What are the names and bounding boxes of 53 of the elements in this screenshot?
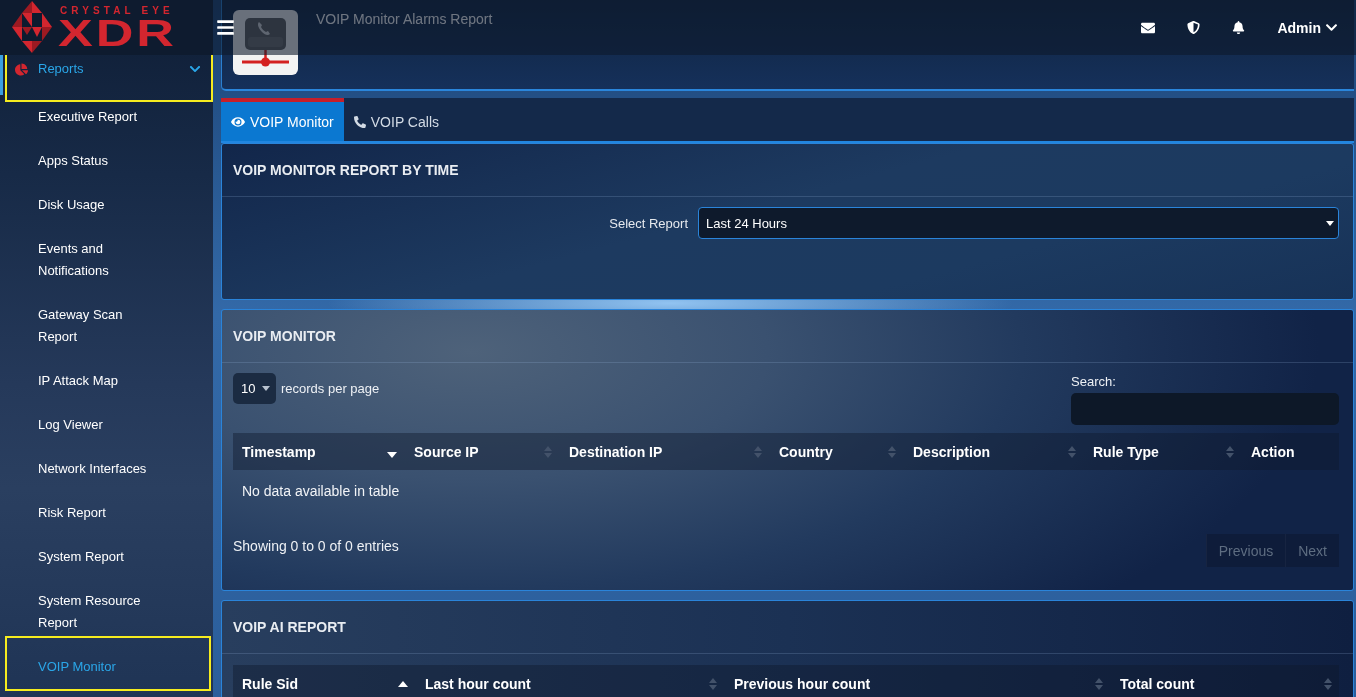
caret-icon xyxy=(1326,220,1334,226)
brand-tagline: CRYSTAL EYE xyxy=(60,5,174,17)
column-header[interactable]: Total count xyxy=(1111,665,1340,697)
pie-chart-icon xyxy=(15,62,28,76)
sidebar-item[interactable]: System Report xyxy=(0,535,213,579)
sidebar-item[interactable]: Network Interfaces xyxy=(0,447,213,491)
page-length-select[interactable]: 10 xyxy=(233,373,276,404)
sidebar-item[interactable]: Log Viewer xyxy=(0,403,213,447)
sidebar-item[interactable]: Executive Report xyxy=(0,95,213,139)
sidebar-item[interactable]: System Resource Report xyxy=(0,579,213,645)
report-select[interactable]: Last 24 Hours xyxy=(698,207,1339,239)
menu-icon[interactable] xyxy=(216,18,235,37)
sidebar-item[interactable]: Gateway Scan Report xyxy=(0,293,213,359)
panel-title: VOIP MONITOR xyxy=(233,328,336,344)
sidebar-item[interactable]: VOIP Monitor xyxy=(0,645,213,689)
sidebar-item[interactable]: Disk Usage xyxy=(0,183,213,227)
diamond-logo-icon xyxy=(10,1,54,53)
column-header[interactable]: Description xyxy=(904,433,1084,470)
panel-title: VOIP AI REPORT xyxy=(233,619,346,635)
brand-name: XDR xyxy=(58,17,177,51)
column-header[interactable]: Previous hour count xyxy=(725,665,1111,697)
sidebar-item[interactable]: Risk Report xyxy=(0,491,213,535)
page-length-label: records per page xyxy=(281,381,380,396)
column-header[interactable]: Last hour count xyxy=(416,665,725,697)
tab[interactable]: VOIP Calls xyxy=(343,98,449,141)
column-header[interactable]: Action xyxy=(1242,433,1340,470)
select-label: Select Report xyxy=(609,215,688,231)
search-label: Search: xyxy=(1071,374,1117,389)
page-title: VOIP Monitor Alarms Report xyxy=(316,10,493,28)
shield-icon[interactable] xyxy=(1187,21,1201,34)
bell-icon[interactable] xyxy=(1232,21,1246,34)
eye-icon xyxy=(231,114,245,129)
server-network-icon xyxy=(233,10,298,75)
caret-icon xyxy=(262,386,270,391)
panel-title: VOIP MONITOR REPORT BY TIME xyxy=(233,162,459,178)
mail-icon[interactable] xyxy=(1141,20,1156,35)
column-header[interactable]: Source IP xyxy=(405,433,560,470)
user-menu[interactable]: Admin xyxy=(1277,19,1338,36)
column-header[interactable]: Timestamp xyxy=(233,433,405,470)
column-header[interactable]: Destination IP xyxy=(560,433,770,470)
sidebar-item[interactable]: IP Attack Map xyxy=(0,359,213,403)
phone-icon xyxy=(353,115,366,128)
column-header[interactable]: Rule Type xyxy=(1084,433,1242,470)
column-header[interactable]: Country xyxy=(770,433,904,470)
sidebar-item[interactable]: Events and Notifications xyxy=(0,227,213,293)
chevron-down-icon xyxy=(1325,21,1338,34)
empty-table-message: No data available in table xyxy=(241,482,401,501)
table-info: Showing 0 to 0 of 0 entries xyxy=(233,538,399,554)
sidebar-section-label: Reports xyxy=(38,60,85,78)
sidebar-item[interactable]: Apps Status xyxy=(0,139,213,183)
column-header[interactable]: Rule Sid xyxy=(233,665,416,697)
tab[interactable]: VOIP Monitor xyxy=(221,98,344,141)
search-field[interactable] xyxy=(1071,393,1339,425)
